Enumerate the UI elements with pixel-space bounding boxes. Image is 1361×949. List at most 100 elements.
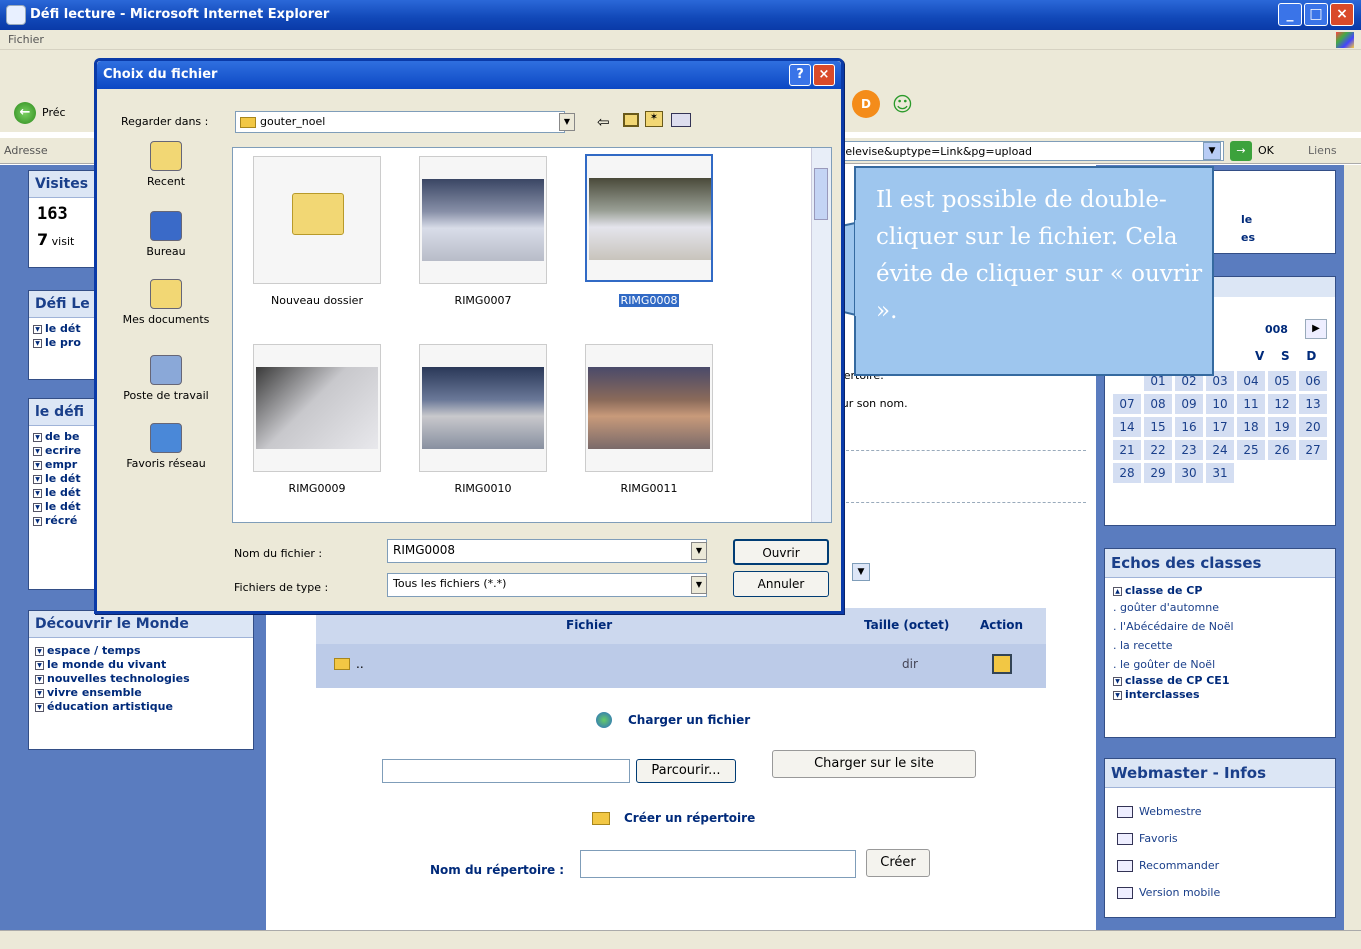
menu-item[interactable]: ▼ le dét	[33, 322, 95, 336]
messenger-icon[interactable]: ☺	[892, 92, 922, 116]
calendar-day[interactable]: 24	[1206, 440, 1234, 460]
folder-icon[interactable]	[334, 658, 350, 670]
view-menu-icon[interactable]	[671, 113, 691, 127]
next-month-icon[interactable]: ▶	[1305, 319, 1327, 339]
calendar-day[interactable]: 07	[1113, 394, 1141, 414]
dialog-close-button[interactable]: ×	[813, 64, 835, 86]
calendar-day[interactable]: 29	[1144, 463, 1172, 483]
close-button[interactable]: ×	[1330, 3, 1354, 26]
calendar-day[interactable]: 27	[1299, 440, 1327, 460]
menu-item[interactable]: ▼ vivre ensemble	[35, 686, 247, 700]
calendar-day[interactable]: 19	[1268, 417, 1296, 437]
photo-thumb-selected[interactable]	[585, 154, 713, 282]
place-my-documents[interactable]: Mes documents	[111, 279, 221, 326]
row-name[interactable]: ..	[356, 657, 364, 671]
place-desktop[interactable]: Bureau	[111, 211, 221, 258]
photo-thumb[interactable]	[419, 156, 547, 284]
upload-button[interactable]: Charger sur le site	[772, 750, 976, 778]
calendar-day[interactable]: 11	[1237, 394, 1265, 414]
filetype-dropdown-icon[interactable]: ▼	[691, 576, 707, 594]
upload-file-input[interactable]	[382, 759, 630, 783]
calendar-day[interactable]: 17	[1206, 417, 1234, 437]
file-label[interactable]: Nouveau dossier	[247, 294, 387, 307]
place-recent[interactable]: Recent	[111, 141, 221, 188]
create-button[interactable]: Créer	[866, 849, 930, 877]
calendar-day[interactable]: 10	[1206, 394, 1234, 414]
calendar-day[interactable]: 18	[1237, 417, 1265, 437]
menu-file[interactable]: Fichier	[8, 33, 44, 46]
menu-item[interactable]: ▼ espace / temps	[35, 644, 247, 658]
echos-group-interclasses[interactable]: ▼ interclasses	[1113, 688, 1327, 702]
file-label[interactable]: RIMG0010	[413, 482, 553, 495]
file-label[interactable]: RIMG0011	[579, 482, 719, 495]
calendar-day[interactable]: 04	[1237, 371, 1265, 391]
media-icon[interactable]: D	[852, 90, 880, 118]
webmaster-link[interactable]: Version mobile	[1117, 879, 1323, 906]
calendar-day[interactable]: 05	[1268, 371, 1296, 391]
calendar-day[interactable]: 22	[1144, 440, 1172, 460]
minimize-button[interactable]: _	[1278, 3, 1302, 26]
echo-link[interactable]: . goûter d'automne	[1113, 598, 1327, 617]
file-label[interactable]: RIMG0009	[247, 482, 387, 495]
filename-input[interactable]: RIMG0008	[387, 539, 707, 563]
calendar-day[interactable]: 30	[1175, 463, 1203, 483]
back-label[interactable]: Préc	[42, 106, 66, 119]
menu-item[interactable]: ▼ le dét	[33, 500, 95, 514]
webmaster-link[interactable]: Favoris	[1117, 825, 1323, 852]
echo-link[interactable]: . l'Abécédaire de Noël	[1113, 617, 1327, 636]
menu-item[interactable]: ▼ le dét	[33, 472, 95, 486]
calendar-day[interactable]: 20	[1299, 417, 1327, 437]
filename-dropdown-icon[interactable]: ▼	[691, 542, 707, 560]
calendar-day[interactable]: 08	[1144, 394, 1172, 414]
webmaster-link[interactable]: Recommander	[1117, 852, 1323, 879]
calendar-day[interactable]: 16	[1175, 417, 1203, 437]
links-button[interactable]: Liens	[1308, 144, 1337, 157]
menu-item[interactable]: ▼ le monde du vivant	[35, 658, 247, 672]
menu-item[interactable]: ▼ récré	[33, 514, 95, 528]
calendar-day[interactable]: 09	[1175, 394, 1203, 414]
browse-button[interactable]: Parcourir...	[636, 759, 736, 783]
menu-item[interactable]: ▼ le pro	[33, 336, 95, 350]
up-folder-icon[interactable]	[623, 113, 639, 127]
back-arrow-icon[interactable]: ←	[14, 102, 36, 124]
cancel-button[interactable]: Annuler	[733, 571, 829, 597]
lookin-dropdown-icon[interactable]: ▼	[559, 113, 575, 131]
calendar-day[interactable]: 28	[1113, 463, 1141, 483]
place-network[interactable]: Favoris réseau	[111, 423, 221, 470]
filetype-select[interactable]: Tous les fichiers (*.*)	[387, 573, 707, 597]
webmaster-link[interactable]: Webmestre	[1117, 798, 1323, 825]
file-label-selected[interactable]: RIMG0008	[579, 294, 719, 307]
calendar-day[interactable]: 23	[1175, 440, 1203, 460]
new-folder-icon[interactable]: ✶	[645, 111, 663, 127]
vertical-scrollbar[interactable]	[1344, 165, 1361, 930]
address-input[interactable]: televise&uptype=Link&pg=upload	[834, 141, 1224, 161]
menu-item[interactable]: ▼ empr	[33, 458, 95, 472]
go-button[interactable]: OK	[1258, 144, 1274, 157]
menu-item[interactable]: ▼ le dét	[33, 486, 95, 500]
menu-item[interactable]: ▼ ecrire	[33, 444, 95, 458]
folder-thumb[interactable]	[253, 156, 381, 284]
go-arrow-icon[interactable]: →	[1230, 141, 1252, 161]
lookin-select[interactable]: gouter_noel	[235, 111, 565, 133]
echo-link[interactable]: . le goûter de Noël	[1113, 655, 1327, 674]
menu-item[interactable]: ▼ nouvelles technologies	[35, 672, 247, 686]
calendar-day[interactable]: 06	[1299, 371, 1327, 391]
maximize-button[interactable]: □	[1304, 3, 1328, 26]
calendar-day[interactable]: 13	[1299, 394, 1327, 414]
back-arrow-icon[interactable]: ⇦	[597, 113, 610, 131]
photo-thumb[interactable]	[585, 344, 713, 472]
calendar-day[interactable]: 14	[1113, 417, 1141, 437]
echos-group-cp[interactable]: ▲ classe de CP	[1113, 584, 1327, 598]
calendar-day[interactable]: 12	[1268, 394, 1296, 414]
help-button[interactable]: ?	[789, 64, 811, 86]
open-folder-icon[interactable]	[992, 654, 1012, 674]
calendar-day[interactable]: 21	[1113, 440, 1141, 460]
horizontal-scrollbar[interactable]	[0, 930, 1361, 949]
dropdown-icon[interactable]: ▼	[852, 563, 870, 581]
echo-link[interactable]: . la recette	[1113, 636, 1327, 655]
menu-item[interactable]: ▼ éducation artistique	[35, 700, 247, 714]
calendar-day[interactable]: 25	[1237, 440, 1265, 460]
calendar-day[interactable]: 31	[1206, 463, 1234, 483]
photo-thumb[interactable]	[253, 344, 381, 472]
address-dropdown-icon[interactable]: ▼	[1203, 142, 1221, 160]
